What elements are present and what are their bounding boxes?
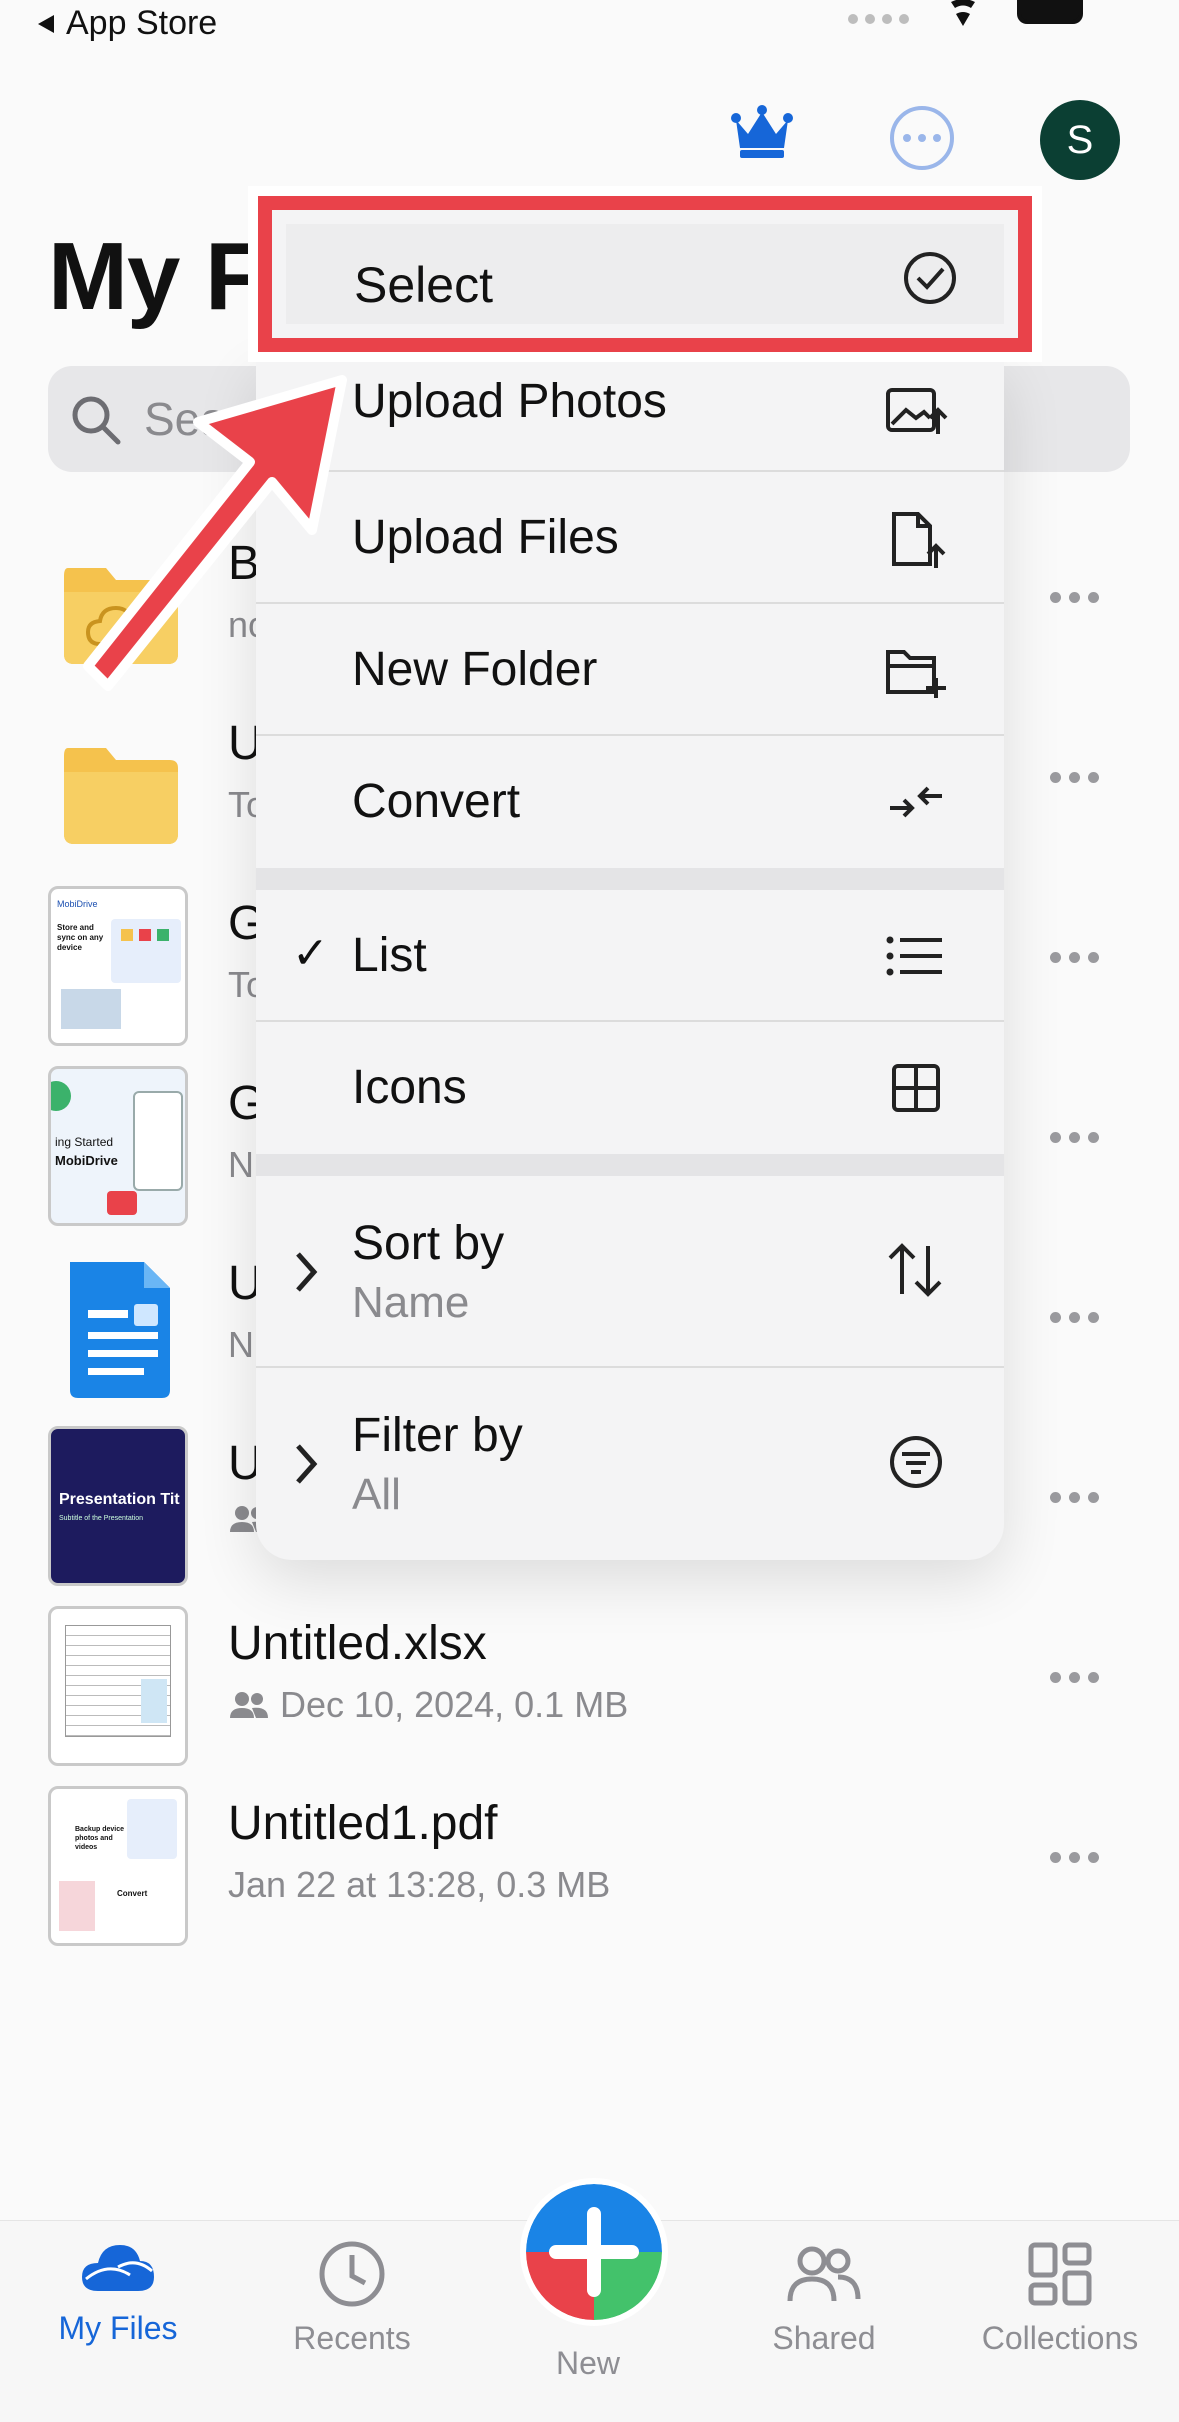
new-folder-icon — [886, 650, 946, 698]
menu-item-upload-files[interactable]: Upload Files — [256, 472, 1004, 604]
chevron-right-icon — [296, 1252, 318, 1292]
menu-item-new-folder[interactable]: New Folder — [256, 604, 1004, 736]
tab-recents[interactable]: Recents — [242, 2239, 462, 2357]
menu-item-select[interactable]: Select — [248, 186, 1042, 362]
row-more-icon[interactable] — [1050, 1672, 1099, 1683]
tab-new-label[interactable]: New — [478, 2345, 698, 2382]
new-plus-button[interactable] — [520, 2178, 668, 2326]
check-circle-icon — [904, 252, 956, 304]
grid-icon — [892, 1064, 940, 1112]
upload-file-icon — [892, 512, 946, 568]
spreadsheet-thumbnail — [48, 1606, 188, 1766]
document-thumbnail: MobiDrive Store and sync on any device — [48, 886, 188, 1046]
sort-arrows-icon — [888, 1243, 942, 1297]
row-more-icon[interactable] — [1050, 1132, 1099, 1143]
menu-item-convert[interactable]: Convert — [256, 736, 1004, 868]
signal-icon — [848, 14, 909, 24]
file-meta: Dec 10, 2024, 0.1 MB — [228, 1684, 628, 1726]
file-meta: Jan 22 at 13:28, 0.3 MB — [228, 1864, 611, 1905]
back-label: App Store — [66, 4, 218, 42]
list-item[interactable]: Untitled.xlsx Dec 10, 2024, 0.1 MB — [0, 1596, 1179, 1776]
row-more-icon[interactable] — [1050, 592, 1099, 603]
collections-icon — [1028, 2242, 1092, 2306]
file-meta: N — [228, 1144, 254, 1185]
checkmark-icon: ✓ — [292, 929, 329, 978]
file-meta: N — [228, 1324, 254, 1365]
menu-item-sort-by[interactable]: Sort by Name — [256, 1176, 1004, 1368]
menu-item-filter-by[interactable]: Filter by All — [256, 1368, 1004, 1560]
cloud-icon — [82, 2245, 154, 2291]
tab-collections[interactable]: Collections — [950, 2239, 1170, 2357]
more-options-icon[interactable] — [890, 106, 954, 170]
list-icon — [886, 936, 942, 976]
row-more-icon[interactable] — [1050, 1312, 1099, 1323]
list-item[interactable]: Backup device photos and videos Convert … — [0, 1776, 1179, 1956]
status-indicators — [848, 0, 1083, 28]
avatar[interactable]: S — [1040, 100, 1120, 180]
premium-crown-icon[interactable] — [730, 104, 794, 160]
filter-icon — [890, 1436, 942, 1488]
menu-item-list[interactable]: ✓ List — [256, 890, 1004, 1022]
pdf-thumbnail: Backup device photos and videos Convert — [48, 1786, 188, 1946]
clock-icon — [319, 2241, 385, 2307]
options-menu: Upload Photos Upload Files New Folder Co… — [256, 360, 1004, 1560]
upload-photo-icon — [886, 388, 948, 434]
wifi-icon — [951, 0, 975, 26]
people-icon — [787, 2246, 861, 2302]
back-to-app-store[interactable]: App Store — [36, 4, 217, 43]
row-more-icon[interactable] — [1050, 772, 1099, 783]
tab-my-files[interactable]: My Files — [8, 2239, 228, 2347]
chevron-right-icon — [296, 1444, 318, 1484]
row-more-icon[interactable] — [1050, 1852, 1099, 1863]
menu-divider — [256, 1154, 1004, 1176]
folder-icon — [64, 748, 178, 844]
document-thumbnail: ing Started MobiDrive — [48, 1066, 188, 1226]
menu-divider — [256, 868, 1004, 890]
presentation-thumbnail: Presentation Tit Subtitle of the Present… — [48, 1426, 188, 1586]
row-more-icon[interactable] — [1050, 1492, 1099, 1503]
select-label: Select — [354, 257, 493, 313]
row-more-icon[interactable] — [1050, 952, 1099, 963]
back-triangle-icon — [38, 14, 54, 33]
file-name: Untitled.xlsx — [228, 1617, 487, 1670]
shared-people-icon — [230, 1692, 268, 1718]
tab-shared[interactable]: Shared — [714, 2239, 934, 2357]
file-name: Untitled1.pdf — [228, 1797, 498, 1850]
menu-item-icons[interactable]: Icons — [256, 1022, 1004, 1154]
pointer-arrow-icon — [83, 375, 347, 691]
battery-icon — [1017, 0, 1083, 24]
convert-icon — [890, 786, 942, 818]
menu-item-upload-photos[interactable]: Upload Photos — [256, 360, 1004, 472]
doc-file-icon — [70, 1262, 170, 1398]
